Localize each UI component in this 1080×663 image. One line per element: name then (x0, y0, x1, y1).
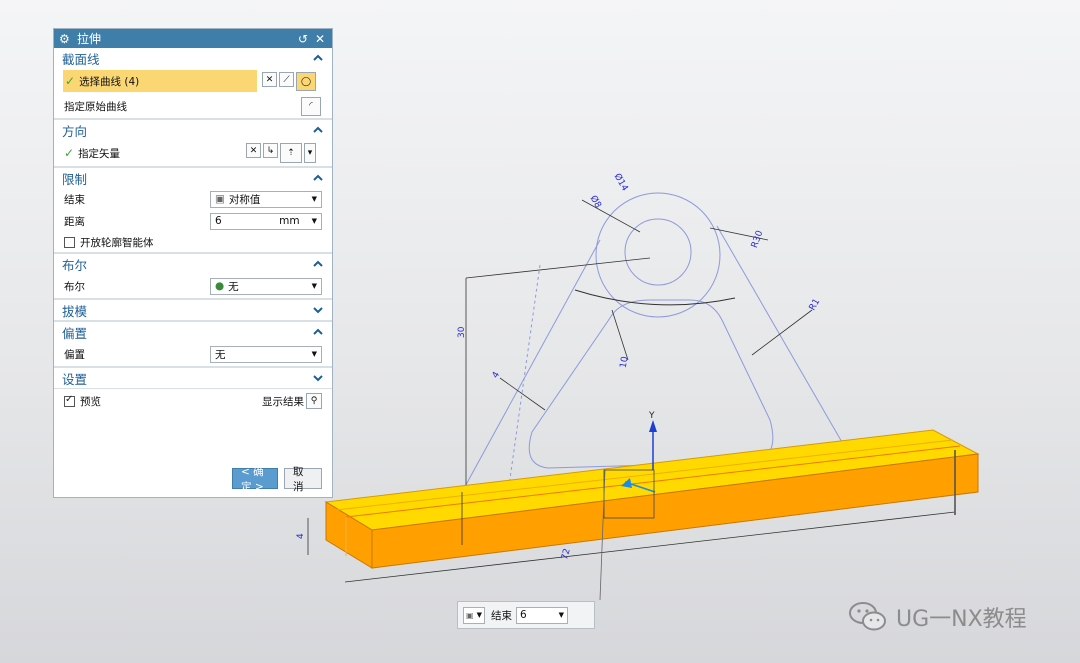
dim-thick: 4 (296, 533, 306, 539)
deselect-icon[interactable]: ✕ (262, 72, 277, 87)
extrude-dialog: ⚙ 拉伸 ↺ ✕ 截面线 ✓ 选择曲线 (4) ✕ ⟋ ◯ 指定原始曲线 ◜ 方… (53, 28, 333, 498)
end-label: 结束 (64, 193, 85, 206)
boolean-label: 布尔 (64, 280, 85, 293)
select-curve-label: 选择曲线 (4) (79, 75, 140, 88)
preview-row: 预览 显示结果 ⚲ (54, 389, 332, 413)
distance-input[interactable]: 6 mm ▼ (210, 212, 322, 230)
endbox-label: 结束 (491, 609, 512, 622)
close-icon[interactable]: ✕ (313, 32, 327, 46)
section-curve-header[interactable]: 截面线 (54, 48, 332, 68)
chevron-down-icon (313, 375, 323, 382)
curve-rule-icon[interactable]: ⟋ (279, 72, 294, 87)
origin-curve-row: 指定原始曲线 ◜ (54, 94, 332, 118)
check-icon: ✓ (64, 146, 75, 160)
boolean-row: 布尔 ● 无 ▼ (54, 274, 332, 298)
vector-type-icon[interactable]: ⇡ (280, 143, 302, 163)
gear-icon: ⚙ (59, 31, 70, 46)
extruded-block[interactable] (324, 429, 980, 569)
limits-header[interactable]: 限制 (54, 168, 332, 188)
vector-dropdown-icon[interactable]: ▾ (304, 143, 316, 163)
symmetric-icon: ▣ (215, 193, 225, 205)
dim-r10: 10 (619, 356, 631, 369)
reverse-direction-icon[interactable]: ✕ (246, 143, 261, 158)
preview-label: 预览 (80, 395, 101, 408)
ok-button[interactable]: < 确定 > (232, 466, 278, 493)
sketch-section-icon[interactable]: ◯ (296, 72, 316, 91)
wechat-logo-icon (849, 602, 886, 631)
direction-header[interactable]: 方向 (54, 120, 332, 140)
boolean-header[interactable]: 布尔 (54, 254, 332, 274)
watermark: UG一NX教程 (848, 600, 1027, 634)
offset-group: 偏置 偏置 无 ▼ (54, 322, 332, 368)
symmetric-icon: ▣ (466, 610, 474, 620)
r30-arc (574, 289, 736, 306)
specify-vector-row[interactable]: ✓ 指定矢量 ✕ ↳ ⇡ ▾ (54, 140, 332, 166)
chevron-up-icon (313, 328, 323, 335)
boolean-none-icon: ● (215, 280, 225, 292)
dropdown-arrow-icon: ▼ (311, 350, 317, 358)
dim-d14: Ø14 (612, 172, 631, 194)
open-profile-label: 开放轮廓智能体 (80, 236, 154, 249)
preview-checkbox[interactable] (64, 394, 75, 407)
open-profile-row[interactable]: 开放轮廓智能体 (54, 232, 332, 252)
dropdown-arrow-icon: ▼ (558, 611, 564, 619)
dialog-title: 拉伸 (77, 32, 102, 46)
vector-dialog-icon[interactable]: ↳ (263, 143, 278, 158)
dropdown-arrow-icon: ▼ (311, 282, 317, 290)
chevron-up-icon (313, 174, 323, 181)
dropdown-arrow-icon: ▼ (476, 611, 482, 619)
dropdown-arrow-icon: ▼ (311, 217, 317, 225)
boolean-select[interactable]: ● 无 ▼ (210, 277, 322, 295)
offset-select[interactable]: 无 ▼ (210, 345, 322, 363)
end-select[interactable]: ▣ 对称值 ▼ (210, 190, 322, 208)
dialog-titlebar[interactable]: ⚙ 拉伸 ↺ ✕ (54, 29, 332, 48)
dropdown-arrow-icon: ▼ (311, 195, 317, 203)
origin-curve-icon[interactable]: ◜ (301, 96, 321, 116)
endbox-value-input[interactable]: 6 ▼ (516, 606, 568, 624)
specify-vector-label: 指定矢量 (78, 147, 121, 160)
settings-header[interactable]: 设置 (54, 368, 332, 388)
end-type-select[interactable]: ▣ ▼ (463, 606, 485, 624)
watermark-text: UG一NX教程 (896, 607, 1027, 632)
dim-d8: Ø8 (588, 194, 604, 211)
direction-group: 方向 ✓ 指定矢量 ✕ ↳ ⇡ ▾ (54, 120, 332, 168)
section-curve-group: 截面线 ✓ 选择曲线 (4) ✕ ⟋ ◯ 指定原始曲线 ◜ (54, 48, 332, 120)
check-icon: ✓ (65, 74, 76, 88)
dialog-buttons: < 确定 > 取消 (232, 466, 322, 493)
offset-label: 偏置 (64, 348, 85, 361)
magnifier-icon[interactable]: ⚲ (306, 393, 322, 409)
dynamic-end-input: ▣ ▼ 结束 6 ▼ (457, 601, 595, 629)
boolean-group: 布尔 布尔 ● 无 ▼ (54, 254, 332, 300)
settings-group: 设置 (54, 368, 332, 389)
reset-icon[interactable]: ↺ (296, 32, 310, 46)
dim-height: 30 (457, 326, 467, 338)
chevron-up-icon (313, 260, 323, 267)
chevron-down-icon (313, 307, 323, 314)
draft-header[interactable]: 拔模 (54, 300, 332, 320)
open-profile-checkbox[interactable] (64, 236, 75, 248)
chevron-up-icon (313, 54, 323, 61)
distance-label: 距离 (64, 215, 85, 228)
y-axis-label: Y (648, 411, 655, 421)
distance-row: 距离 6 mm ▼ (54, 210, 332, 232)
end-row: 结束 ▣ 对称值 ▼ (54, 188, 332, 210)
offset-row: 偏置 无 ▼ (54, 342, 332, 366)
cancel-button[interactable]: 取消 (284, 466, 322, 493)
draft-group: 拔模 (54, 300, 332, 322)
dim-length: 72 (560, 548, 573, 562)
chevron-up-icon (313, 126, 323, 133)
dim-r1: R1 (808, 297, 823, 312)
offset-header[interactable]: 偏置 (54, 322, 332, 342)
show-result-label[interactable]: 显示结果 (262, 394, 304, 409)
select-curve-row[interactable]: ✓ 选择曲线 (4) (63, 70, 257, 92)
origin-curve-label: 指定原始曲线 (64, 100, 127, 113)
limits-group: 限制 结束 ▣ 对称值 ▼ 距离 6 mm ▼ 开放轮廓智能体 (54, 168, 332, 254)
